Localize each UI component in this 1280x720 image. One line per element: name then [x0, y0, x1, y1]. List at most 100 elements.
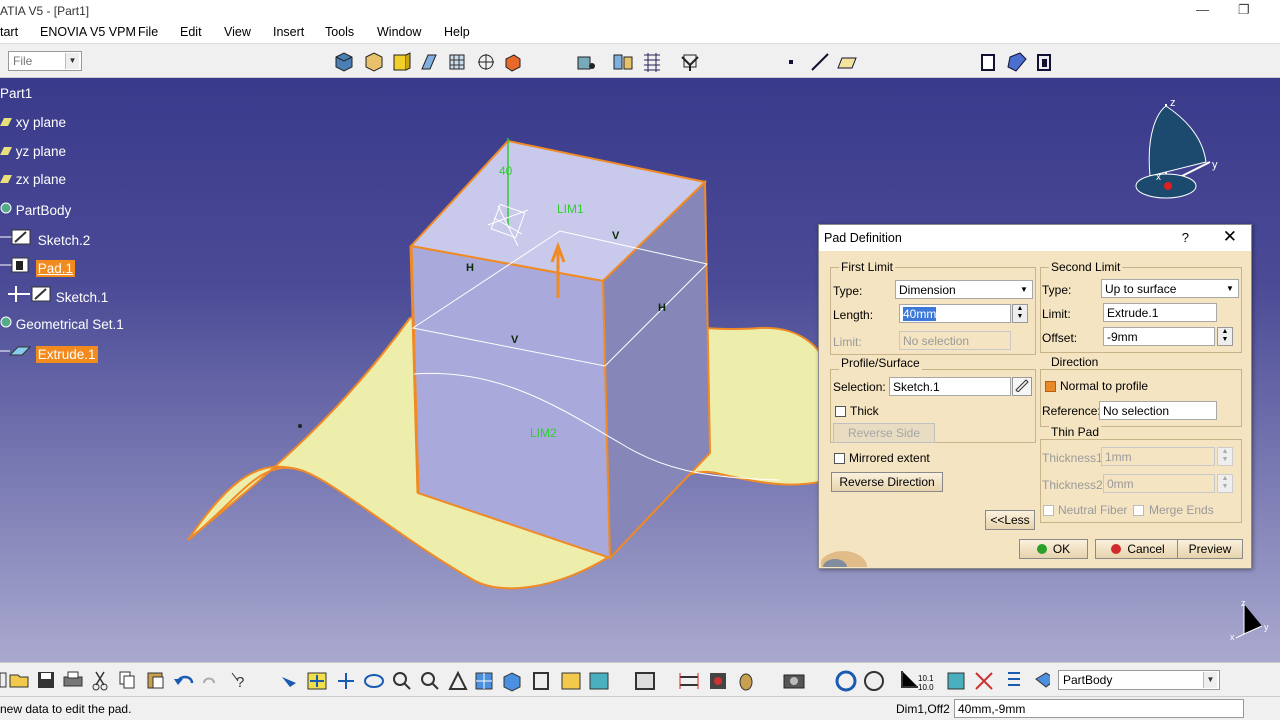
- less-button[interactable]: <<Less: [985, 510, 1035, 530]
- tree-item-pad1[interactable]: Pad.1: [0, 257, 76, 277]
- numbering-icon: 10.110.0: [918, 674, 934, 692]
- lim1-label: LIM1: [557, 202, 584, 216]
- hide-icon: [577, 56, 595, 70]
- length-value: 40mm: [903, 307, 937, 321]
- tree-item-zx-plane[interactable]: zx plane: [0, 172, 66, 187]
- body-combo[interactable]: PartBody ▼: [1058, 670, 1220, 690]
- neutral-fiber-checkbox: [1043, 505, 1054, 516]
- file-combo[interactable]: File ▼: [8, 51, 82, 71]
- compass-icon[interactable]: z y x: [1128, 92, 1228, 212]
- pencil-icon: [1015, 379, 1029, 393]
- menu-view[interactable]: View: [224, 25, 251, 39]
- length-input[interactable]: 40mm: [899, 304, 1011, 323]
- redo-icon: [203, 677, 215, 684]
- menu-start[interactable]: tart: [0, 25, 18, 39]
- cut-icon: [92, 671, 108, 691]
- v-constraint: V: [612, 230, 620, 242]
- selection-value: Sketch.1: [893, 380, 940, 394]
- reference-input[interactable]: No selection: [1099, 401, 1217, 420]
- close-button[interactable]: ✕: [1223, 227, 1237, 247]
- tree-item-sketch2[interactable]: Sketch.2: [0, 229, 90, 248]
- zoom-in-icon: [393, 672, 411, 690]
- triad-z: z: [1241, 598, 1246, 608]
- apply-material-icon: [710, 673, 726, 689]
- menu-help[interactable]: Help: [444, 25, 470, 39]
- offset-spinner[interactable]: ▲ ▼: [1217, 327, 1233, 346]
- tree-item-extrude1[interactable]: Extrude.1: [0, 343, 98, 363]
- color-box-icon: [505, 54, 521, 72]
- top-toolbar: File ▼: [0, 44, 1280, 78]
- length-spinner[interactable]: ▲ ▼: [1012, 304, 1028, 323]
- tree-root[interactable]: Part1: [0, 86, 32, 101]
- window-title: ATIA V5 - [Part1]: [0, 4, 90, 18]
- tree-label: PartBody: [15, 203, 72, 218]
- selection-input[interactable]: Sketch.1: [889, 377, 1011, 396]
- first-limit-type-select[interactable]: Dimension ▼: [895, 280, 1033, 299]
- ok-label: OK: [1052, 542, 1071, 556]
- tree-label: Sketch.1: [55, 290, 109, 305]
- tree-label: xy plane: [15, 115, 67, 130]
- dialog-title: Pad Definition: [824, 231, 902, 245]
- whats-this-icon: ?: [231, 672, 244, 691]
- normal-to-profile-checkbox[interactable]: [1045, 381, 1056, 392]
- second-limit-type-select[interactable]: Up to surface ▼: [1101, 279, 1239, 298]
- menu-edit[interactable]: Edit: [180, 25, 202, 39]
- compass-z: z: [1170, 97, 1176, 109]
- swap-icon: [613, 54, 633, 70]
- tree-item-xy-plane[interactable]: xy plane: [0, 115, 66, 130]
- status-message: new data to edit the pad.: [0, 702, 132, 716]
- menu-enovia[interactable]: ENOVIA V5 VPM: [40, 25, 136, 39]
- menu-file[interactable]: File: [138, 25, 158, 39]
- zoom-out-icon: [421, 672, 439, 690]
- profile-surface-title: Profile/Surface: [839, 356, 922, 370]
- direction-title: Direction: [1049, 355, 1101, 369]
- merge-ends-label: Merge Ends: [1149, 503, 1214, 517]
- toolbar-icons-wireframe[interactable]: [780, 49, 1080, 75]
- tree-item-sketch1[interactable]: Sketch.1: [8, 286, 108, 305]
- tree-item-partbody[interactable]: PartBody: [0, 201, 71, 218]
- pocket-icon: [1007, 52, 1027, 72]
- second-limit-limit-value: Extrude.1: [1107, 306, 1159, 320]
- second-limit-limit-input[interactable]: Extrude.1: [1103, 303, 1217, 322]
- compass-x: x: [1156, 172, 1161, 183]
- thickness2-label: Thickness2:: [1042, 478, 1107, 492]
- sketch-edit-button[interactable]: [1012, 377, 1032, 396]
- swap-space-icon: [635, 672, 655, 690]
- selection-label: Selection:: [833, 380, 886, 394]
- thickness1-spinner: ▲ ▼: [1217, 447, 1233, 466]
- title-bar: ATIA V5 - [Part1] — ❐: [0, 0, 1280, 22]
- minimize-button[interactable]: —: [1196, 2, 1209, 17]
- menu-window[interactable]: Window: [377, 25, 421, 39]
- paste-icon: [147, 672, 164, 689]
- power-input[interactable]: 40mm,-9mm: [954, 699, 1244, 718]
- help-button[interactable]: ?: [1182, 230, 1189, 245]
- plane-icon: [0, 118, 12, 126]
- menu-tools[interactable]: Tools: [325, 25, 354, 39]
- merge-ends-checkbox: [1133, 505, 1144, 516]
- pan-icon: [338, 673, 354, 689]
- toolbar-icons-bottom[interactable]: ? 10.110.0: [0, 667, 1050, 693]
- dimension-label[interactable]: 40: [499, 164, 512, 178]
- thick-checkbox[interactable]: [835, 406, 846, 417]
- preview-button[interactable]: Preview: [1177, 539, 1243, 559]
- menu-insert[interactable]: Insert: [273, 25, 304, 39]
- cancel-button[interactable]: Cancel: [1095, 539, 1181, 559]
- mirrored-extent-checkbox[interactable]: [834, 453, 845, 464]
- sketch-icon: [0, 229, 31, 245]
- tree-item-yz-plane[interactable]: yz plane: [0, 144, 66, 159]
- offset-label: Offset:: [1042, 331, 1078, 345]
- cancel-icon: [1111, 544, 1122, 554]
- reverse-direction-button[interactable]: Reverse Direction: [831, 472, 943, 492]
- ok-button[interactable]: OK: [1019, 539, 1088, 559]
- shaded-box-icon: [365, 52, 383, 72]
- tree-item-geometrical-set[interactable]: Geometrical Set.1: [0, 315, 124, 332]
- mass-icon: [739, 673, 753, 691]
- thickness2-value: 0mm: [1107, 477, 1134, 491]
- v-constraint: V: [511, 334, 519, 346]
- triad-y: y: [1264, 622, 1269, 632]
- toolbar-icons-top[interactable]: [330, 49, 730, 75]
- restore-button[interactable]: ❐: [1238, 2, 1250, 18]
- pad-definition-dialog: Pad Definition ? ✕ First Limit Type: Dim…: [818, 224, 1252, 569]
- offset-input[interactable]: -9mm: [1103, 327, 1215, 346]
- limit-label: Limit:: [1042, 307, 1071, 321]
